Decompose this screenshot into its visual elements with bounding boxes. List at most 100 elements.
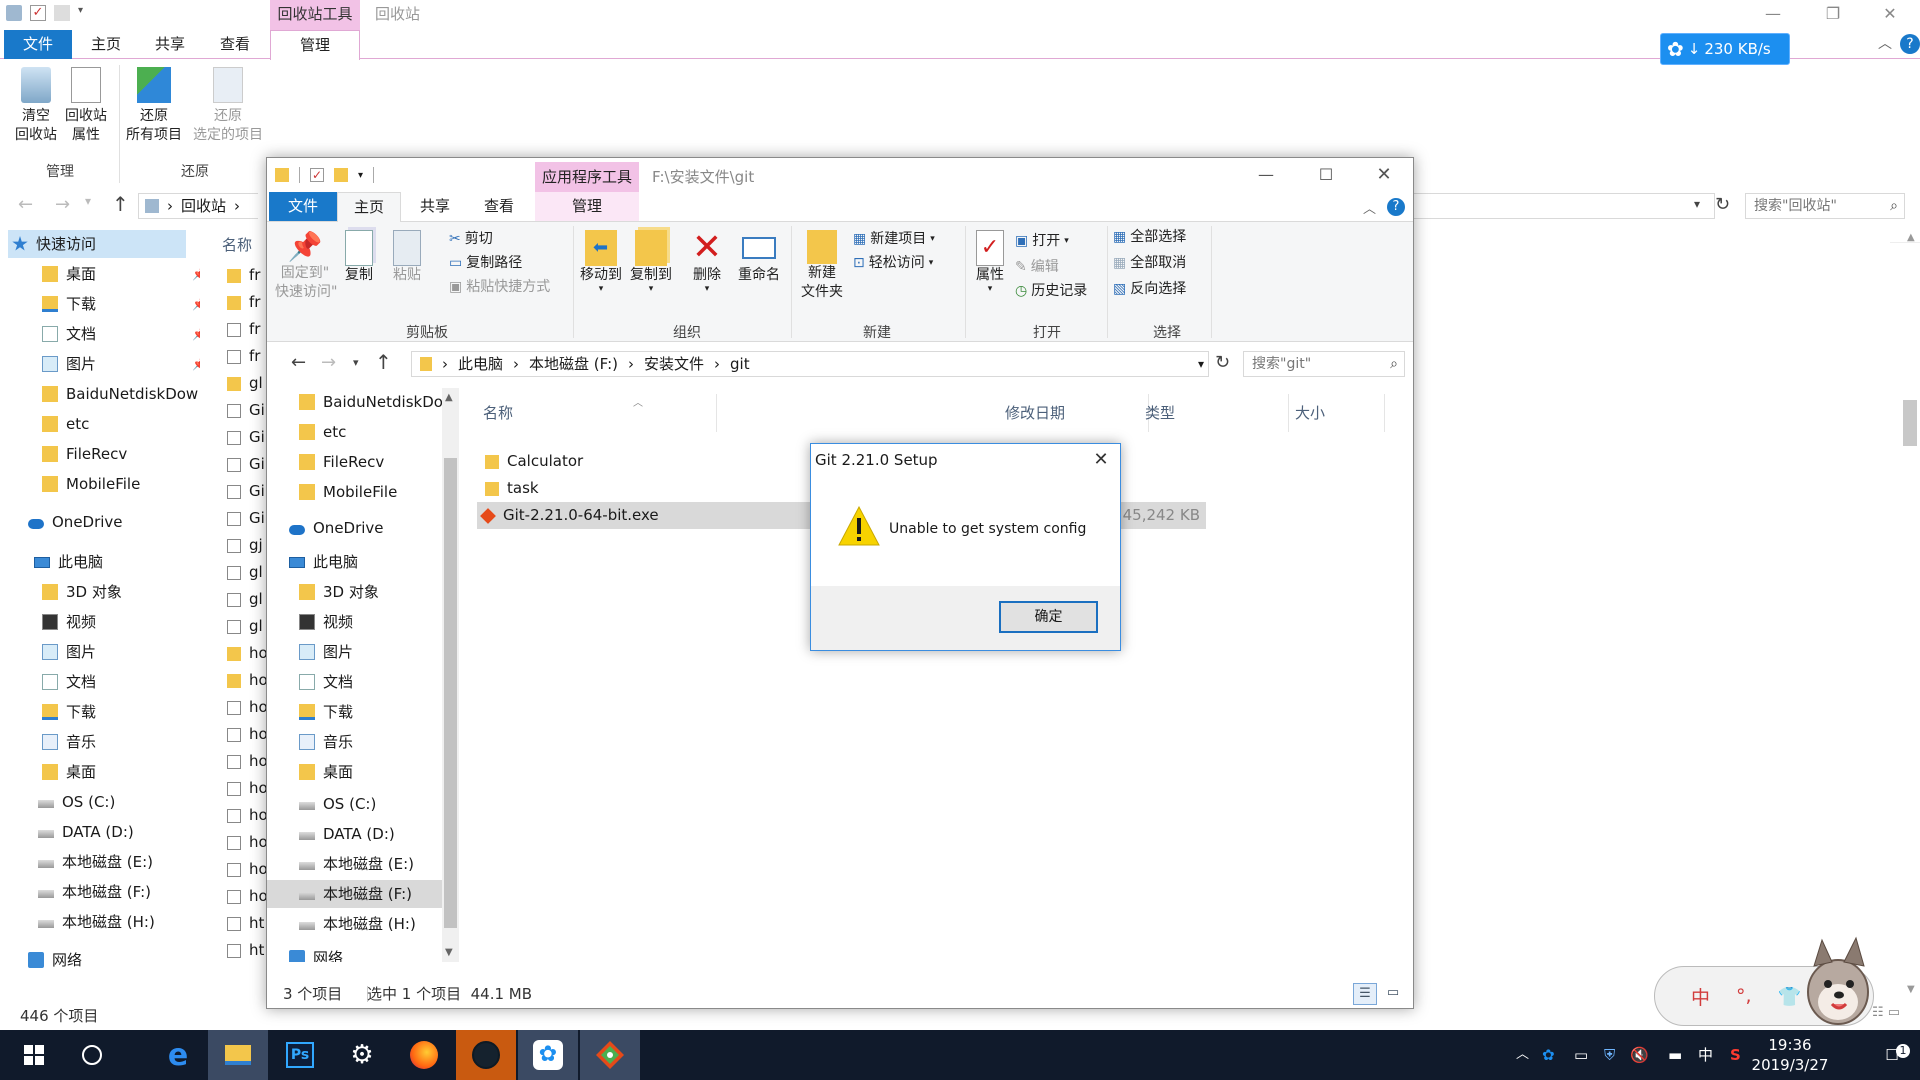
column-header-size[interactable]: 大小	[1289, 394, 1385, 432]
fg-nav-scroll-up-icon[interactable]: ▲	[445, 392, 453, 403]
fg-nav-item[interactable]: 文档	[299, 668, 353, 696]
tray-network-icon[interactable]: ▭	[1574, 1030, 1588, 1080]
bg-address-dropdown-icon[interactable]: ▾	[1694, 197, 1700, 211]
bg-nav-item[interactable]: DATA (D:)	[38, 818, 134, 846]
fg-nav-item[interactable]: 3D 对象	[299, 578, 379, 606]
tray-input-language[interactable]: 中	[1698, 1030, 1713, 1080]
open-button[interactable]: ▣ 打开 ▾	[1015, 232, 1069, 251]
fg-nav-item[interactable]: 网络	[289, 944, 343, 962]
bg-nav-item[interactable]: BaiduNetdiskDow	[42, 380, 198, 408]
restore-selected-button[interactable]: 还原 选定的项目	[188, 67, 268, 145]
bg-nav-item[interactable]: 网络	[28, 946, 82, 974]
fg-nav-item[interactable]: 本地磁盘 (E:)	[299, 850, 414, 878]
bg-collapse-ribbon-icon[interactable]: ︿	[1878, 33, 1892, 53]
new-folder-qat-icon[interactable]	[334, 168, 348, 182]
column-header-type[interactable]: 类型	[1139, 394, 1289, 432]
select-all-button[interactable]: ▦ 全部选择	[1113, 228, 1186, 247]
edit-button[interactable]: ✎ 编辑	[1015, 258, 1059, 277]
tray-baidu-icon[interactable]: ✿	[1542, 1030, 1555, 1080]
fg-tab-home[interactable]: 主页	[337, 192, 401, 222]
new-item-button[interactable]: ▦ 新建项目 ▾	[853, 230, 935, 249]
file-row[interactable]: task	[479, 475, 539, 502]
baidu-speed-badge[interactable]: ✿ ↓ 230 KB/s	[1660, 33, 1790, 65]
paste-shortcut-button[interactable]: ▣ 粘贴快捷方式	[449, 278, 550, 297]
fg-tab-file[interactable]: 文件	[269, 192, 337, 221]
invert-selection-button[interactable]: ▧ 反向选择	[1113, 280, 1186, 299]
bg-nav-item[interactable]: 桌面	[42, 758, 96, 786]
fg-search-input[interactable]: 搜索"git" ⌕	[1243, 351, 1405, 377]
bg-nav-item[interactable]: OS (C:)	[38, 788, 115, 816]
copy-button[interactable]: 复制	[339, 230, 379, 285]
bg-file-row[interactable]: fr	[227, 316, 260, 343]
bg-file-row[interactable]: ho	[227, 883, 268, 910]
app-dark-circle-icon[interactable]	[456, 1030, 516, 1080]
rename-button[interactable]: 重命名	[733, 230, 785, 285]
bg-address-bar[interactable]: › 回收站 ›	[138, 193, 258, 219]
tray-sogou-icon[interactable]: S	[1730, 1030, 1741, 1080]
fg-nav-item[interactable]: 视频	[299, 608, 353, 636]
bg-nav-item[interactable]: etc	[42, 410, 89, 438]
bg-file-row[interactable]: ho	[227, 829, 268, 856]
ime-language-toggle[interactable]: 中	[1691, 983, 1710, 1010]
fg-up-icon[interactable]: ↑	[375, 350, 392, 374]
crumb-git[interactable]: git	[730, 352, 750, 376]
pin-to-quick-access-button[interactable]: 📌 固定到" 快速访问"	[275, 230, 337, 302]
bg-nav-item[interactable]: 下载📌	[42, 290, 207, 318]
bg-file-row[interactable]: Gi	[227, 505, 265, 532]
fg-nav-item[interactable]: 桌面	[299, 758, 353, 786]
fg-help-icon[interactable]: ?	[1387, 198, 1405, 216]
bg-search-input[interactable]: 搜索"回收站" ⌕	[1745, 193, 1905, 219]
bg-file-row[interactable]: gl	[227, 370, 263, 397]
firefox-icon[interactable]	[394, 1030, 454, 1080]
bg-nav-item[interactable]: 音乐	[42, 728, 96, 756]
fg-nav-item[interactable]: 下载	[299, 698, 353, 726]
bg-nav-item[interactable]: 文档📌	[42, 320, 207, 348]
fg-back-icon[interactable]: ←	[291, 352, 306, 373]
mascot-dog-icon[interactable]	[1800, 932, 1876, 1028]
bg-nav-quick-access[interactable]: 快速访问	[8, 230, 186, 258]
bg-file-row[interactable]: fr	[227, 289, 260, 316]
bg-file-row[interactable]: Gi	[227, 397, 265, 424]
fg-maximize-button[interactable]: ☐	[1297, 158, 1355, 192]
tray-volume-icon[interactable]: 🔇	[1630, 1030, 1649, 1080]
bg-tab-home[interactable]: 主页	[78, 30, 134, 59]
delete-button[interactable]: ✕ 删除 ▾	[687, 230, 727, 294]
bg-file-row[interactable]: ho	[227, 775, 268, 802]
bg-forward-icon[interactable]: →	[55, 194, 70, 215]
select-none-button[interactable]: ▦ 全部取消	[1113, 254, 1186, 273]
bg-nav-item[interactable]: 桌面📌	[42, 260, 207, 288]
fg-tab-view[interactable]: 查看	[471, 192, 527, 221]
file-explorer-icon[interactable]	[208, 1030, 268, 1080]
folder-qat-icon[interactable]	[54, 5, 70, 21]
bg-file-row[interactable]: Gi	[227, 424, 265, 451]
bg-help-icon[interactable]: ?	[1900, 34, 1920, 54]
column-header-date[interactable]: 修改日期	[999, 394, 1149, 432]
paste-button[interactable]: 粘贴	[387, 230, 427, 285]
fg-nav-item[interactable]: 本地磁盘 (F:)	[267, 880, 442, 908]
bg-scroll-down-icon[interactable]: ▼	[1907, 984, 1915, 995]
easy-access-button[interactable]: ⊡ 轻松访问 ▾	[853, 254, 933, 273]
large-icons-view-icon[interactable]: ▭	[1381, 983, 1405, 1005]
bg-tab-manage[interactable]: 管理	[270, 30, 360, 60]
fg-address-bar[interactable]: › 此电脑 › 本地磁盘 (F:) › 安装文件 › git ▾	[411, 351, 1209, 377]
bg-file-row[interactable]: ht	[227, 937, 264, 964]
dialog-close-button[interactable]: ✕	[1083, 444, 1119, 476]
bg-nav-item[interactable]: OneDrive	[28, 508, 123, 536]
fg-nav-scroll-down-icon[interactable]: ▼	[445, 947, 453, 958]
bg-tab-share[interactable]: 共享	[142, 30, 198, 59]
git-installer-taskbar-icon[interactable]	[580, 1030, 640, 1080]
fg-recent-icon[interactable]: ▾	[353, 356, 359, 369]
bg-nav-item[interactable]: 此电脑	[34, 548, 103, 576]
crumb-drive-f[interactable]: 本地磁盘 (F:)	[529, 352, 618, 376]
fg-forward-icon[interactable]: →	[321, 352, 336, 373]
ime-punctuation-toggle[interactable]: °,	[1736, 985, 1752, 1007]
bg-file-row[interactable]: ho	[227, 694, 268, 721]
properties-button[interactable]: ✓ 属性 ▾	[969, 230, 1011, 294]
fg-nav-item[interactable]: 本地磁盘 (H:)	[299, 910, 416, 938]
bg-file-row[interactable]: fr	[227, 343, 260, 370]
fg-close-button[interactable]: ✕	[1355, 158, 1413, 192]
bg-file-row[interactable]: gl	[227, 559, 263, 586]
fg-minimize-button[interactable]: —	[1237, 158, 1295, 192]
fg-nav-item[interactable]: FileRecv	[299, 448, 384, 476]
column-header-name[interactable]: 名称	[477, 394, 717, 432]
